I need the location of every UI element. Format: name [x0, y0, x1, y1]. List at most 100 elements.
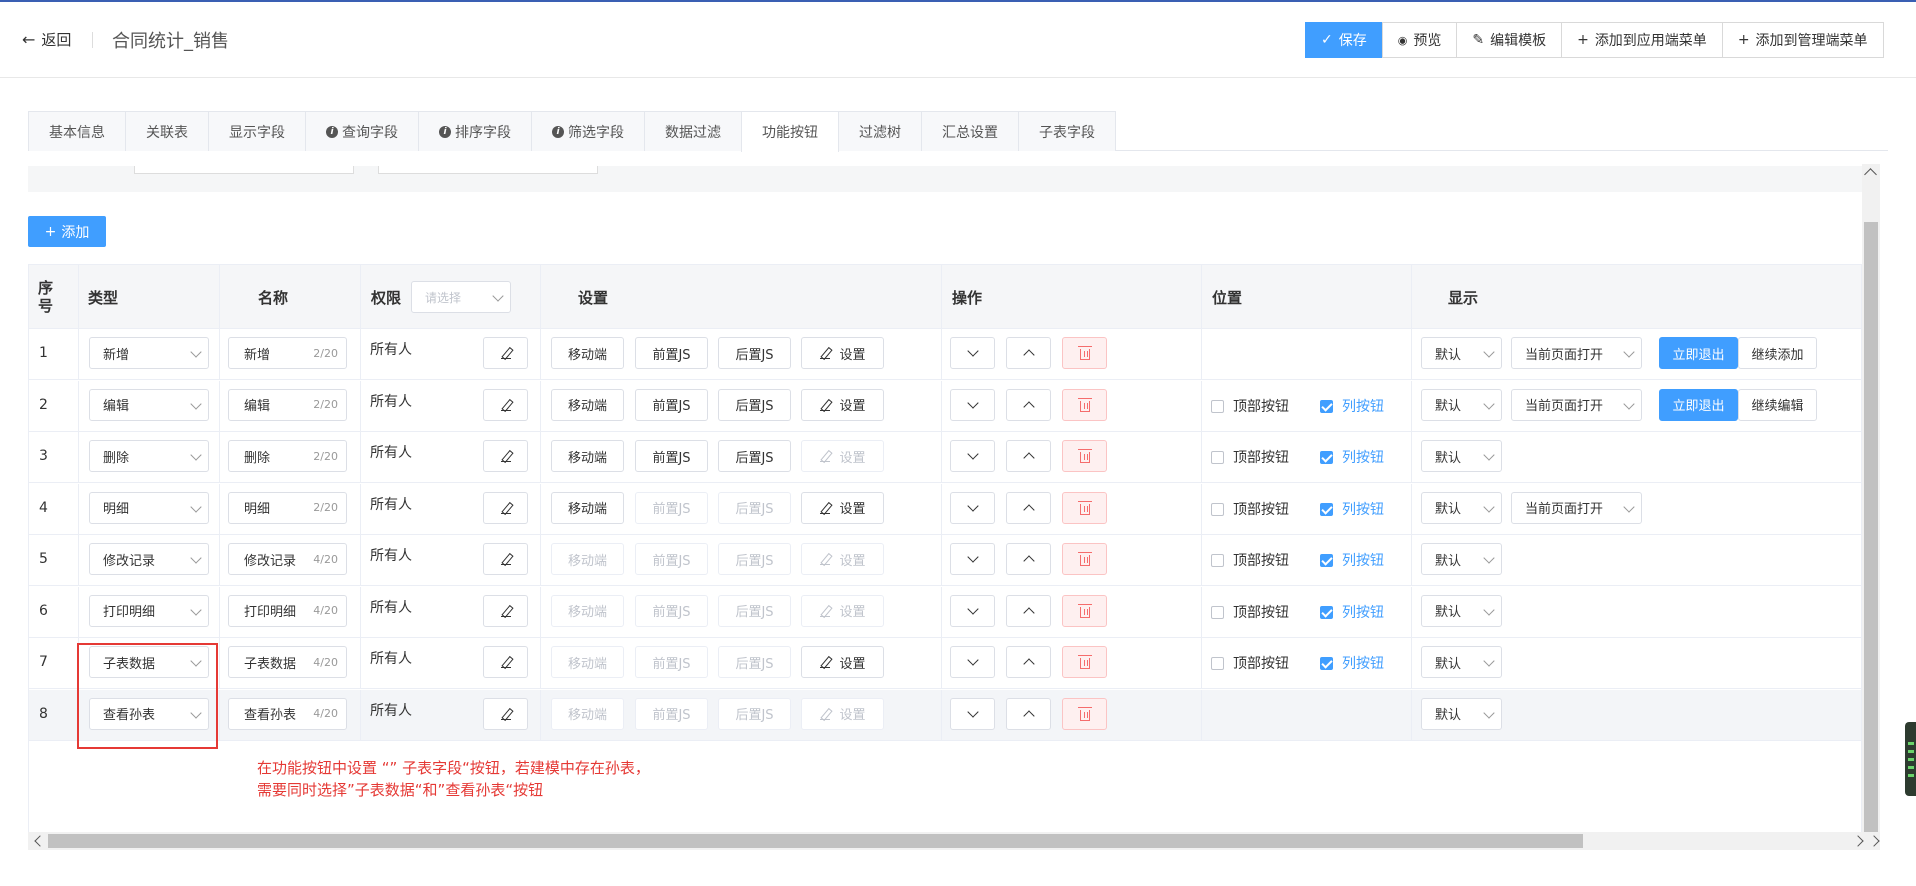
tab-6[interactable]: 数据过滤 [644, 111, 742, 151]
permission-select[interactable]: 请选择 [411, 281, 511, 313]
side-widget[interactable] [1905, 722, 1916, 796]
tab-3[interactable]: i 查询字段 [305, 111, 419, 151]
edit-permission-button[interactable] [483, 491, 528, 524]
settings-button[interactable]: 设置 [801, 491, 884, 524]
vertical-scroll-thumb[interactable] [1864, 222, 1878, 832]
display-select[interactable]: 默认 [1421, 543, 1502, 575]
top-button-checkbox[interactable] [1211, 657, 1224, 670]
post-js-button[interactable]: 后置JS [718, 440, 791, 472]
header-action-button[interactable]: + 添加到应用端菜单 [1561, 22, 1723, 58]
column-button-checkbox[interactable] [1320, 657, 1333, 670]
delete-button[interactable] [1062, 646, 1107, 678]
open-mode-select[interactable]: 当前页面打开 [1511, 491, 1642, 524]
name-input[interactable]: 删除 2/20 [228, 440, 347, 472]
name-input[interactable]: 打印明细 4/20 [228, 594, 347, 627]
scroll-right-arrow-icon[interactable] [1852, 835, 1864, 847]
type-select[interactable]: 明细 [89, 491, 209, 524]
move-up-button[interactable] [1006, 646, 1051, 678]
post-js-button[interactable]: 后置JS [718, 594, 791, 627]
settings-button[interactable]: 设置 [801, 440, 884, 472]
display-select[interactable]: 默认 [1421, 697, 1502, 730]
name-input[interactable]: 明细 2/20 [228, 491, 347, 524]
collapsed-input[interactable] [134, 166, 354, 174]
pre-js-button[interactable]: 前置JS [635, 646, 708, 678]
move-up-button[interactable] [1006, 594, 1051, 627]
post-js-button[interactable]: 后置JS [718, 646, 791, 678]
move-up-button[interactable] [1006, 543, 1051, 575]
settings-button[interactable]: 设置 [801, 543, 884, 575]
display-select[interactable]: 默认 [1421, 440, 1502, 472]
settings-button[interactable]: 设置 [801, 594, 884, 627]
delete-button[interactable] [1062, 440, 1107, 472]
mobile-button[interactable]: 移动端 [551, 337, 624, 369]
move-up-button[interactable] [1006, 697, 1051, 730]
name-input[interactable]: 修改记录 4/20 [228, 543, 347, 575]
move-down-button[interactable] [950, 543, 995, 575]
scroll-left-arrow-icon[interactable] [34, 835, 46, 847]
horizontal-scroll-thumb[interactable] [48, 834, 1583, 848]
delete-button[interactable] [1062, 388, 1107, 421]
mobile-button[interactable]: 移动端 [551, 594, 624, 627]
top-button-checkbox[interactable] [1211, 605, 1224, 619]
edit-permission-button[interactable] [483, 388, 528, 421]
name-input[interactable]: 子表数据 4/20 [228, 646, 347, 678]
mobile-button[interactable]: 移动端 [551, 388, 624, 421]
edit-permission-button[interactable] [483, 697, 528, 730]
edit-permission-button[interactable] [483, 440, 528, 472]
type-select[interactable]: 新增 [89, 337, 209, 369]
type-select[interactable]: 打印明细 [89, 594, 209, 627]
continue-button[interactable]: 继续编辑 [1738, 388, 1817, 421]
pre-js-button[interactable]: 前置JS [635, 491, 708, 524]
top-button-checkbox[interactable] [1211, 399, 1224, 413]
display-select[interactable]: 默认 [1421, 646, 1502, 678]
pre-js-button[interactable]: 前置JS [635, 697, 708, 730]
delete-button[interactable] [1062, 491, 1107, 524]
edit-permission-button[interactable] [483, 646, 528, 678]
vertical-scrollbar[interactable] [1862, 164, 1880, 832]
continue-button[interactable]: 继续添加 [1738, 337, 1817, 369]
open-mode-select[interactable]: 当前页面打开 [1511, 337, 1642, 369]
back-button[interactable]: ← 返回 [22, 29, 71, 50]
tab-7[interactable]: 功能按钮 [741, 111, 839, 152]
column-button-checkbox[interactable] [1320, 451, 1333, 464]
settings-button[interactable]: 设置 [801, 697, 884, 730]
move-up-button[interactable] [1006, 388, 1051, 421]
tab-9[interactable]: 汇总设置 [921, 111, 1019, 151]
edit-permission-button[interactable] [483, 337, 528, 369]
move-down-button[interactable] [950, 337, 995, 369]
exit-now-button[interactable]: 立即退出 [1659, 388, 1738, 421]
edit-permission-button[interactable] [483, 543, 528, 575]
move-down-button[interactable] [950, 594, 995, 627]
type-select[interactable]: 修改记录 [89, 543, 209, 575]
mobile-button[interactable]: 移动端 [551, 697, 624, 730]
settings-button[interactable]: 设置 [801, 388, 884, 421]
tab-0[interactable]: 基本信息 [28, 111, 126, 151]
display-select[interactable]: 默认 [1421, 388, 1502, 421]
mobile-button[interactable]: 移动端 [551, 440, 624, 472]
settings-button[interactable]: 设置 [801, 646, 884, 678]
pre-js-button[interactable]: 前置JS [635, 337, 708, 369]
display-select[interactable]: 默认 [1421, 594, 1502, 627]
pre-js-button[interactable]: 前置JS [635, 543, 708, 575]
delete-button[interactable] [1062, 337, 1107, 369]
top-button-checkbox[interactable] [1211, 554, 1224, 567]
header-action-button[interactable]: ✎ 编辑模板 [1456, 22, 1563, 58]
column-button-checkbox[interactable] [1320, 605, 1333, 619]
name-input[interactable]: 新增 2/20 [228, 337, 347, 369]
tab-8[interactable]: 过滤树 [838, 111, 922, 151]
header-action-button[interactable]: + 添加到管理端菜单 [1721, 22, 1884, 58]
post-js-button[interactable]: 后置JS [718, 697, 791, 730]
open-mode-select[interactable]: 当前页面打开 [1511, 388, 1642, 421]
pre-js-button[interactable]: 前置JS [635, 594, 708, 627]
delete-button[interactable] [1062, 543, 1107, 575]
post-js-button[interactable]: 后置JS [718, 337, 791, 369]
move-up-button[interactable] [1006, 491, 1051, 524]
delete-button[interactable] [1062, 594, 1107, 627]
tab-2[interactable]: 显示字段 [208, 111, 306, 151]
header-action-button[interactable]: ✓ 保存 [1305, 22, 1383, 58]
mobile-button[interactable]: 移动端 [551, 646, 624, 678]
pre-js-button[interactable]: 前置JS [635, 388, 708, 421]
move-down-button[interactable] [950, 440, 995, 472]
type-select[interactable]: 编辑 [89, 388, 209, 421]
move-down-button[interactable] [950, 491, 995, 524]
